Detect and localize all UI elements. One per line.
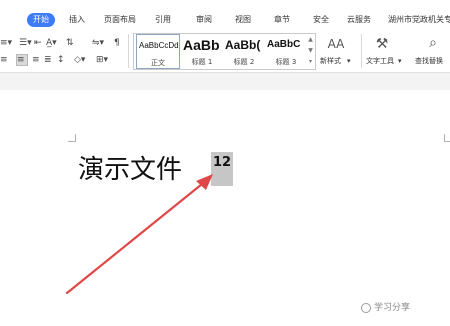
arrow-annotation <box>65 174 213 295</box>
watermark-text: 学习分享 <box>374 303 411 313</box>
watermark-logo-icon <box>361 303 371 313</box>
